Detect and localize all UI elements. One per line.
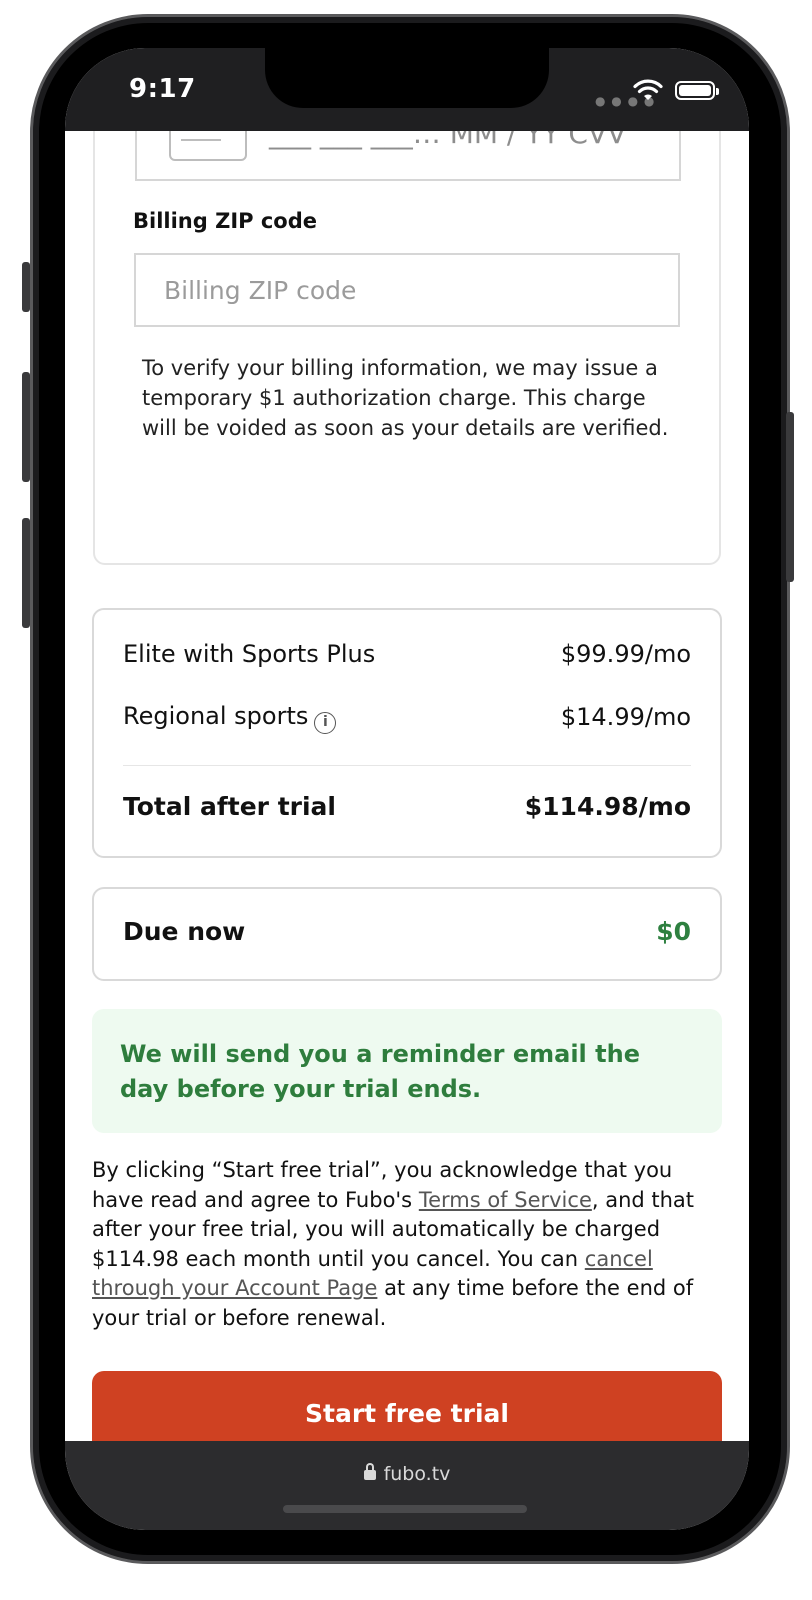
due-row: Due now $0 [123,917,691,946]
volume-down-button [22,518,30,628]
due-now-box: Due now $0 [92,887,722,981]
wifi-icon [633,79,663,100]
lock-icon [363,1463,376,1480]
status-bar: 9:17 ● ● ● ● [65,48,749,131]
terms-link[interactable]: Terms of Service [419,1188,592,1212]
price-summary: Elite with Sports Plus $99.99/mo Regiona… [92,608,722,858]
addon-price: $14.99/mo [560,703,691,731]
info-icon[interactable]: i [314,712,337,734]
plan-price: $99.99/mo [560,640,691,668]
verification-note: To verify your billing information, we m… [142,356,669,440]
volume-up-button [22,372,30,482]
power-button [786,412,794,582]
price-row-regional: Regional sports i $14.99/mo [123,702,691,734]
total-price: $114.98/mo [524,792,691,821]
battery-icon [675,81,719,100]
address-bar[interactable]: fubo.tv [65,1463,749,1485]
status-time: 9:17 [129,74,196,104]
plan-label: Elite with Sports Plus [123,640,376,668]
reminder-banner: We will send you a reminder email the da… [92,1009,722,1133]
browser-bottom-bar: fubo.tv [65,1441,749,1530]
divider [123,765,691,766]
zip-label: Billing ZIP code [133,209,317,233]
phone-screen: 9:17 ● ● ● ● ___ ___ ___… MM / YY CVV Bi… [65,48,749,1530]
total-label: Total after trial [123,792,336,821]
url-text: fubo.tv [383,1463,451,1485]
zip-input[interactable] [134,253,680,327]
notch [265,48,549,108]
price-row-elite: Elite with Sports Plus $99.99/mo [123,640,691,668]
price-row-total: Total after trial $114.98/mo [123,792,691,821]
due-amount: $0 [656,917,691,946]
addon-label: Regional sports [123,702,309,730]
payment-card [93,131,721,565]
start-free-trial-button[interactable]: Start free trial [92,1371,722,1441]
legal-text: By clicking “Start free trial”, you ackn… [92,1156,722,1333]
card-number-field[interactable]: ___ ___ ___… MM / YY CVV [135,131,681,181]
credit-card-icon [169,131,247,161]
card-placeholder: ___ ___ ___… MM / YY CVV [269,131,627,150]
checkout-content: ___ ___ ___… MM / YY CVV Billing ZIP cod… [65,131,749,1441]
home-indicator[interactable] [283,1505,527,1513]
due-label: Due now [123,917,246,946]
mute-switch [22,262,30,312]
